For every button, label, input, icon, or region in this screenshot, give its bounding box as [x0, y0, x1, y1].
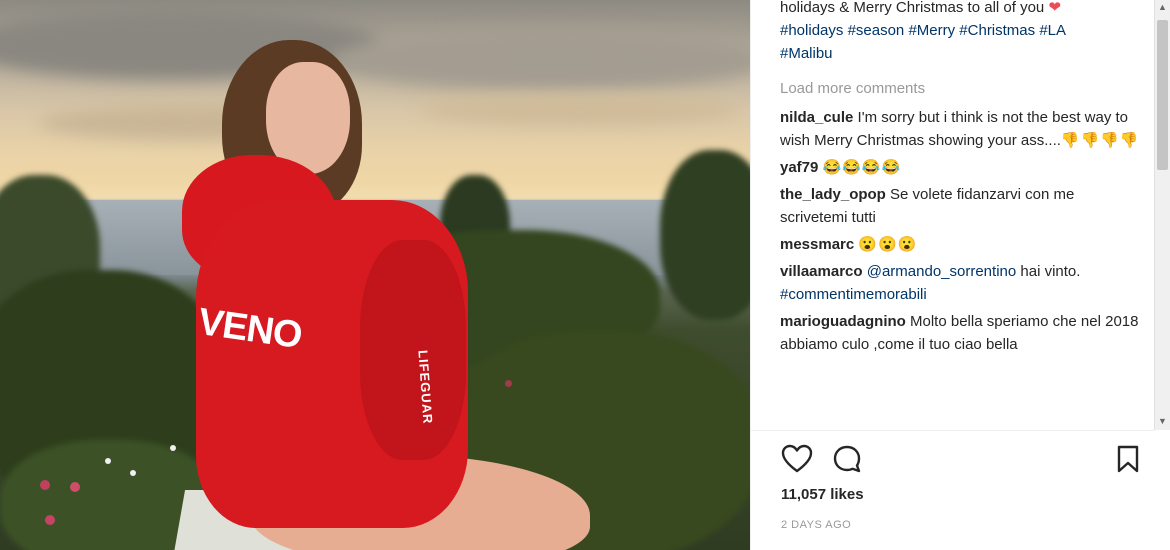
heart-emoji: ❤ [1048, 0, 1062, 16]
likes-count[interactable]: 11,057 likes [781, 486, 864, 503]
comment-emoji: 😮😮😮 [858, 236, 918, 253]
comment-username[interactable]: the_lady_opop [780, 186, 886, 203]
hashtag-link[interactable]: #LA [1039, 22, 1066, 39]
section-divider [750, 430, 1154, 431]
scroll-down-arrow-icon[interactable]: ▼ [1158, 416, 1167, 426]
flower [105, 458, 111, 464]
hashtag-link[interactable]: #Christmas [959, 22, 1035, 39]
comment-username[interactable]: yaf79 [780, 159, 818, 176]
comment-username[interactable]: villaamarco [780, 263, 863, 280]
comment-button[interactable] [830, 442, 864, 476]
comments-list: holidays & Merry Christmas to all of you… [780, 0, 1140, 428]
comment-text: hai vinto. [1020, 263, 1081, 280]
flower [170, 445, 176, 451]
flower [70, 482, 80, 492]
flower [45, 515, 55, 525]
post-actions-bar [780, 442, 1150, 476]
caption-text: holidays & Merry Christmas to all of you [780, 0, 1045, 16]
comment-item: marioguadagnino Molto bella speriamo che… [780, 310, 1140, 356]
flower [40, 480, 50, 490]
hashtag-link[interactable]: #season [848, 22, 905, 39]
sky-cloud [420, 95, 740, 125]
comment-item: messmarc 😮😮😮 [780, 233, 1140, 256]
comment-hashtag-link[interactable]: #commentimemorabili [780, 286, 927, 303]
hashtag-link[interactable]: #Malibu [780, 45, 833, 62]
scroll-up-arrow-icon[interactable]: ▲ [1158, 2, 1167, 12]
comment-item: villaamarco @armando_sorrentino hai vint… [780, 260, 1140, 306]
comment-username[interactable]: nilda_cule [780, 109, 853, 126]
like-button[interactable] [780, 442, 814, 476]
comments-scrollbar[interactable]: ▲ ▼ [1154, 0, 1170, 430]
comment-username[interactable]: messmarc [780, 236, 854, 253]
flower [130, 470, 136, 476]
heart-outline-icon [781, 444, 813, 473]
sky-cloud [330, 30, 750, 90]
post-caption: holidays & Merry Christmas to all of you… [780, 0, 1140, 65]
scroll-thumb[interactable] [1157, 20, 1168, 170]
post-photo[interactable]: VENO LIFEGUAR [0, 0, 750, 550]
comment-emoji: 😂😂😂😂 [822, 159, 902, 176]
comment-item: the_lady_opop Se volete fidanzarvi con m… [780, 183, 1140, 229]
comment-item: nilda_cule I'm sorry but i think is not … [780, 106, 1140, 152]
tree [660, 150, 750, 320]
comment-username[interactable]: marioguadagnino [780, 313, 906, 330]
post-timestamp[interactable]: 2 DAYS AGO [781, 519, 851, 531]
load-more-comments-button[interactable]: Load more comments [780, 77, 1140, 100]
hoodie-shade [360, 240, 466, 460]
comment-emoji: 👎👎👎👎 [1060, 132, 1140, 149]
save-button[interactable] [1111, 442, 1145, 476]
hashtag-link[interactable]: #Merry [908, 22, 955, 39]
comment-bubble-icon [833, 445, 861, 473]
bookmark-icon [1117, 445, 1139, 473]
flower [505, 380, 512, 387]
comment-mention-link[interactable]: @armando_sorrentino [867, 263, 1016, 280]
comment-item: yaf79 😂😂😂😂 [780, 156, 1140, 179]
hashtag-link[interactable]: #holidays [780, 22, 843, 39]
